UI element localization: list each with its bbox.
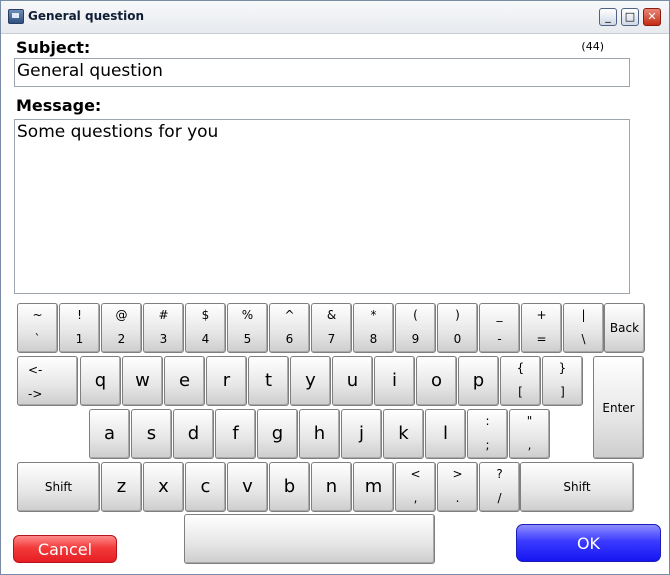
key-d[interactable]: d [173,409,214,459]
close-button[interactable]: ✕ [643,8,661,26]
key-row1-6[interactable]: ^ 6 [269,303,310,353]
key-q[interactable]: q [80,356,121,406]
key-row1-3[interactable]: #3 [143,303,184,353]
cancel-button[interactable]: Cancel [13,535,117,563]
backspace-key[interactable]: Back [604,303,645,353]
enter-key[interactable]: Enter [593,356,644,459]
key-row1-0[interactable]: ~ ` [17,303,58,353]
maximize-button[interactable]: □ [621,8,639,26]
key-e[interactable]: e [164,356,205,406]
key-row1-10[interactable]: ) 0 [437,303,478,353]
key-row4-sym-2[interactable]: ? / [479,462,520,512]
key-row1-9[interactable]: (9 [395,303,436,353]
key-y[interactable]: y [290,356,331,406]
space-bar[interactable] [184,514,435,564]
key-c[interactable]: c [185,462,226,512]
key-row4-sym-0[interactable]: <, [395,462,436,512]
key-v[interactable]: v [227,462,268,512]
key-r[interactable]: r [206,356,247,406]
tab-key[interactable]: <- -> [17,356,78,406]
subject-input[interactable]: General question [14,58,630,87]
key-n[interactable]: n [311,462,352,512]
window-title: General question [28,9,145,23]
key-row1-5[interactable]: % 5 [227,303,268,353]
key-t[interactable]: t [248,356,289,406]
key-z[interactable]: z [101,462,142,512]
key-p[interactable]: p [458,356,499,406]
key-row1-2[interactable]: @2 [101,303,142,353]
key-row3-sym-1[interactable]: ", [509,409,550,459]
key-row4-sym-1[interactable]: >. [437,462,478,512]
key-u[interactable]: u [332,356,373,406]
key-o[interactable]: o [416,356,457,406]
message-textarea[interactable]: Some questions for you [14,119,630,294]
subject-label: Subject: [16,38,91,57]
key-row1-11[interactable]: _ - [479,303,520,353]
key-j[interactable]: j [341,409,382,459]
key-row2-sym-1[interactable]: }] [542,356,583,406]
key-x[interactable]: x [143,462,184,512]
key-m[interactable]: m [353,462,394,512]
key-row3-sym-0[interactable]: :; [467,409,508,459]
minimize-button[interactable]: _ [599,8,617,26]
message-label: Message: [16,96,102,115]
right-shift-key[interactable]: Shift [520,462,634,512]
key-l[interactable]: l [425,409,466,459]
key-g[interactable]: g [257,409,298,459]
key-row1-7[interactable]: & 7 [311,303,352,353]
key-row1-1[interactable]: ! 1 [59,303,100,353]
key-k[interactable]: k [383,409,424,459]
key-row1-4[interactable]: $4 [185,303,226,353]
key-w[interactable]: w [122,356,163,406]
key-f[interactable]: f [215,409,256,459]
subject-char-counter: (44) [581,40,604,53]
key-s[interactable]: s [131,409,172,459]
key-row1-8[interactable]: * 8 [353,303,394,353]
key-row1-13[interactable]: | \ [563,303,604,353]
key-h[interactable]: h [299,409,340,459]
key-i[interactable]: i [374,356,415,406]
ok-button[interactable]: OK [516,524,661,562]
app-icon [8,9,24,24]
key-row2-sym-0[interactable]: {[ [500,356,541,406]
key-b[interactable]: b [269,462,310,512]
key-a[interactable]: a [89,409,130,459]
left-shift-key[interactable]: Shift [17,462,100,512]
title-bar[interactable]: General question _ □ ✕ [1,1,669,34]
key-row1-12[interactable]: + = [521,303,562,353]
